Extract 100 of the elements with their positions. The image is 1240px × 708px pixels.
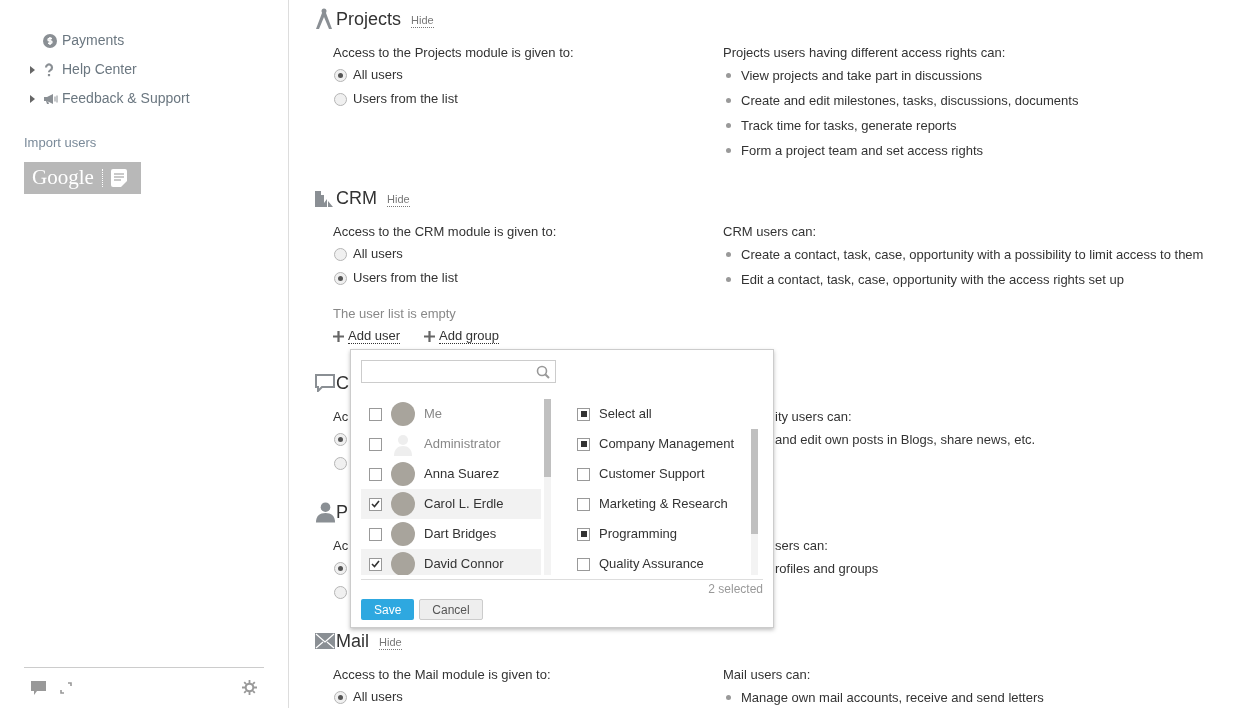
- group-row[interactable]: Company Management: [575, 429, 751, 459]
- bullet-icon: [726, 252, 731, 257]
- user-row[interactable]: Anna Suarez: [361, 459, 541, 489]
- user-row[interactable]: Carol L. Erdle: [361, 489, 541, 519]
- radio-label[interactable]: All users: [353, 244, 403, 264]
- hide-link[interactable]: Hide: [379, 636, 402, 650]
- rights-item: rofiles and groups: [775, 559, 879, 578]
- rights-item: View projects and take part in discussions: [741, 66, 983, 85]
- section-title: CRM: [336, 186, 377, 210]
- group-name: Company Management: [599, 435, 735, 454]
- rights-title: Projects users having different access rights can:: [723, 44, 1006, 62]
- add-user-link[interactable]: Add user: [348, 328, 401, 344]
- checkbox[interactable]: [369, 437, 382, 451]
- sidebar-row[interactable]: Feedback & Support: [0, 84, 288, 113]
- access-label: Access to the Mail module is given to:: [333, 666, 551, 684]
- rights-title: CRM users can:: [723, 223, 817, 241]
- chat-icon[interactable]: [31, 680, 46, 695]
- group-row[interactable]: Quality Assurance: [575, 549, 751, 579]
- rights-item: Create and edit milestones, tasks, discussions, documents: [741, 91, 1079, 110]
- envelope-icon: [315, 633, 335, 649]
- access-label: Ac: [333, 537, 349, 555]
- rights-item: Create a contact, task, case, opportunity with a possibility to limit access to them: [741, 245, 1204, 264]
- selected-count: 2 selected: [708, 581, 763, 597]
- expand-icon[interactable]: [60, 681, 72, 694]
- radio-button[interactable]: [334, 271, 347, 285]
- rights-item: Edit a contact, task, case, opportunity with the access rights set up: [741, 270, 1124, 289]
- radio-button[interactable]: [334, 456, 347, 470]
- checkbox[interactable]: [369, 407, 382, 421]
- user-name: David Connor: [424, 555, 504, 574]
- radio-label[interactable]: All users: [353, 65, 403, 85]
- radio-label[interactable]: Users from the list: [353, 268, 458, 288]
- radio-button[interactable]: [334, 68, 347, 82]
- radio-label[interactable]: All users: [353, 687, 403, 707]
- hide-link[interactable]: Hide: [387, 193, 410, 207]
- group-row[interactable]: Programming: [575, 519, 751, 549]
- checkbox[interactable]: [577, 407, 590, 421]
- group-name: Customer Support: [599, 465, 705, 484]
- speech-bubble-icon: [315, 374, 335, 392]
- bullet-icon: [726, 123, 731, 128]
- group-name: Quality Assurance: [599, 555, 704, 574]
- sidebar-row[interactable]: Payments: [0, 26, 288, 55]
- rights-title: ity users can:: [775, 408, 852, 426]
- group-name: Marketing & Research: [599, 495, 728, 514]
- avatar: [391, 462, 415, 486]
- hide-link[interactable]: Hide: [411, 14, 434, 28]
- radio-button[interactable]: [334, 432, 347, 446]
- user-name: Dart Bridges: [424, 525, 497, 544]
- buildings-icon: [315, 189, 333, 207]
- user-row[interactable]: David Connor: [361, 549, 541, 575]
- group-row[interactable]: Customer Support: [575, 459, 751, 489]
- checkbox[interactable]: [369, 527, 382, 541]
- plus-icon: [333, 330, 344, 342]
- access-label: Access to the Projects module is given to:: [333, 44, 574, 62]
- section-title: C: [336, 371, 349, 395]
- radio-button[interactable]: [334, 585, 347, 599]
- avatar: [391, 522, 415, 546]
- person-icon: [315, 501, 336, 523]
- sidebar-item[interactable]: Feedback & Support: [62, 88, 190, 109]
- search-field[interactable]: [361, 360, 556, 383]
- rights-title: sers can:: [775, 537, 828, 555]
- expand-arrow-icon[interactable]: [30, 94, 35, 103]
- checkbox[interactable]: [577, 437, 590, 451]
- sidebar-item[interactable]: Payments: [62, 30, 125, 51]
- user-row[interactable]: Administrator: [361, 429, 541, 459]
- bullet-icon: [726, 98, 731, 103]
- scrollbar[interactable]: [751, 429, 758, 575]
- dollar-icon: [43, 33, 57, 48]
- checkbox[interactable]: [577, 467, 590, 481]
- radio-button[interactable]: [334, 561, 347, 575]
- rights-item: Form a project team and set access rights: [741, 141, 984, 160]
- plus-icon: [424, 330, 436, 342]
- radio-label[interactable]: Users from the list: [353, 89, 458, 109]
- user-row[interactable]: Dart Bridges: [361, 519, 541, 549]
- group-row[interactable]: Marketing & Research: [575, 489, 751, 519]
- checkbox[interactable]: [577, 557, 590, 571]
- group-name: Select all: [599, 405, 652, 424]
- checkbox[interactable]: [577, 527, 590, 541]
- sidebar-row[interactable]: Help Center: [0, 55, 288, 84]
- user-name: Carol L. Erdle: [424, 495, 504, 514]
- radio-button[interactable]: [334, 247, 347, 261]
- document-icon: [110, 168, 127, 187]
- avatar: [391, 492, 415, 516]
- rights-item: Manage own mail accounts, receive and send letters: [741, 688, 1044, 707]
- sidebar-item[interactable]: Help Center: [62, 59, 137, 80]
- add-group-link[interactable]: Add group: [439, 328, 500, 344]
- cancel-button[interactable]: Cancel: [419, 599, 483, 620]
- radio-button[interactable]: [334, 690, 347, 704]
- checkbox[interactable]: [577, 497, 590, 511]
- settings-icon[interactable]: [242, 680, 257, 695]
- group-row[interactable]: Select all: [575, 399, 751, 429]
- megaphone-icon: [43, 92, 59, 105]
- section-title: P: [336, 500, 348, 524]
- checkbox[interactable]: [369, 497, 382, 511]
- empty-list-note: The user list is empty: [333, 305, 456, 323]
- user-row[interactable]: Me: [361, 399, 541, 429]
- checkbox[interactable]: [369, 467, 382, 481]
- scrollbar[interactable]: [544, 399, 551, 575]
- checkbox[interactable]: [369, 557, 382, 571]
- expand-arrow-icon[interactable]: [30, 65, 35, 74]
- radio-button[interactable]: [334, 92, 347, 106]
